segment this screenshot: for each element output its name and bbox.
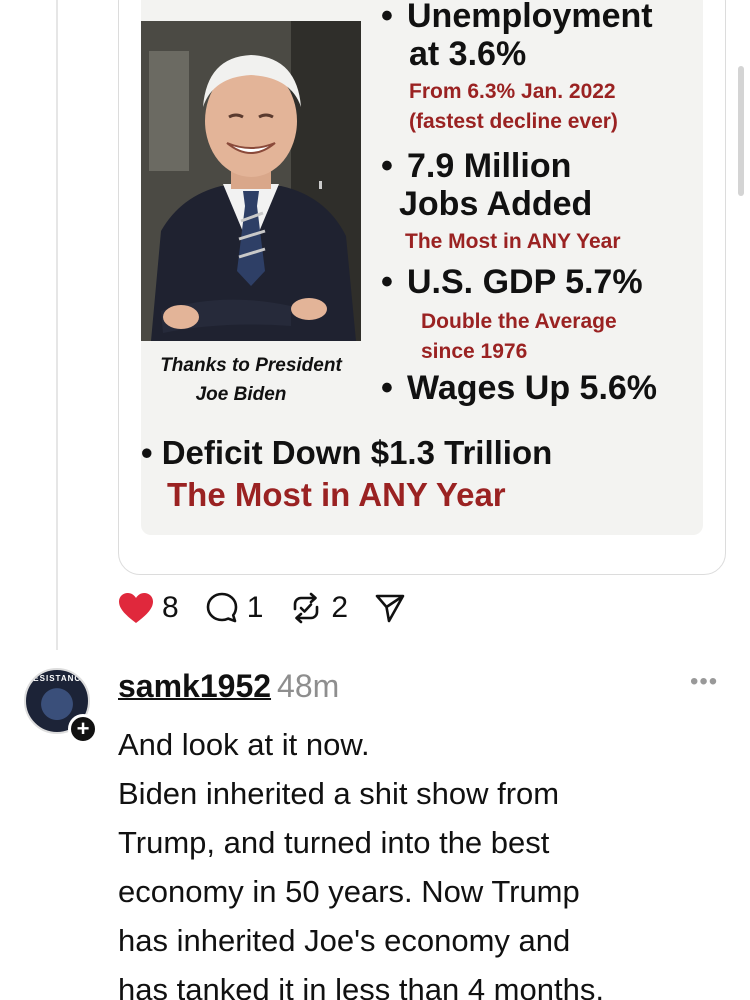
thread-connector-line [56,0,58,650]
reply-line: Biden inherited a shit show from [118,776,560,811]
reply-line: Trump, and turned into the best [118,825,550,860]
send-icon [375,594,405,623]
stat-detail-2: since 1976 [421,340,528,363]
stat-unemployment: • Unemployment at 3.6% From 6.3% Jan. 202… [381,0,701,137]
reply-text: And look at it now. Biden inherited a sh… [118,720,733,1000]
avatar-logo-text: RESISTANCE [26,674,88,683]
stat-jobs: • 7.9 Million Jobs Added The Most in ANY … [381,147,701,257]
stat-detail: The Most in ANY Year [405,230,621,253]
stat-headline: 7.9 Million [407,147,572,185]
stat-detail: Double the Average [421,310,617,333]
post-timestamp: 48m [277,668,340,704]
stat-headline: Wages Up 5.6% [407,369,658,407]
repost-icon [294,592,319,624]
share-button[interactable] [374,592,414,624]
username-link[interactable]: samk1952 [118,668,271,704]
repost-button[interactable]: 2 [289,591,348,625]
reply-header: samk1952 48m [118,666,339,706]
stat-headline-2: Jobs Added [399,185,593,223]
bullet-dot: • [381,0,393,35]
like-count: 8 [162,591,179,624]
stat-headline: U.S. GDP 5.7% [407,263,643,301]
stat-detail: From 6.3% Jan. 2022 [409,80,616,103]
comment-button[interactable]: 1 [205,591,264,625]
stats-column: • Unemployment at 3.6% From 6.3% Jan. 202… [381,0,701,407]
like-button[interactable]: 8 [118,591,179,625]
comment-icon [206,592,237,623]
deficit-headline: • Deficit Down $1.3 Trillion [141,434,553,471]
stat-wages: • Wages Up 5.6% [381,369,701,407]
post-action-bar: 8 1 2 [118,590,440,626]
reply-line: has inherited Joe's economy and [118,923,571,958]
comment-count: 1 [246,591,264,624]
reply-line: economy in 50 years. Now Trump [118,874,580,909]
post-media-card[interactable]: Thanks to President Joe Biden • Unemploym… [118,0,726,575]
stat-headline-2: at 3.6% [409,35,527,73]
deficit-detail: The Most in ANY Year [167,476,506,513]
heart-icon [119,593,153,623]
stat-gdp: • U.S. GDP 5.7% Double the Average since … [381,263,701,367]
reply-line: And look at it now. [118,727,370,762]
bullet-dot: • [381,147,393,185]
photo-caption-line1: Thanks to President [160,355,342,376]
president-portrait-image [141,21,361,341]
economy-infographic: Thanks to President Joe Biden • Unemploym… [141,0,703,535]
bullet-dot: • [381,263,393,301]
repost-count: 2 [331,591,349,624]
follow-plus-button[interactable]: + [68,714,98,744]
photo-caption-line2: Joe Biden [195,384,287,405]
stat-headline: Unemployment [407,0,653,35]
scrollbar-thumb[interactable] [738,66,744,196]
bullet-dot: • [381,369,393,407]
stat-detail-2: (fastest decline ever) [409,110,618,133]
reply-line: has tanked it in less than 4 months, [118,972,604,1000]
more-options-icon[interactable]: ••• [690,668,718,696]
president-photo [141,21,361,341]
